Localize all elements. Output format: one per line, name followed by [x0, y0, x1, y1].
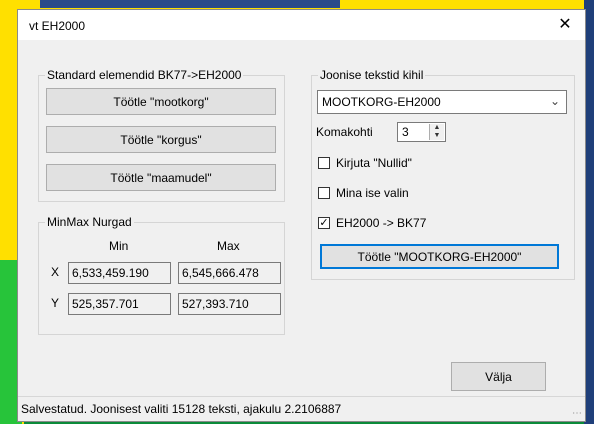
x-max-field[interactable]: 6,545,666.478	[178, 262, 281, 284]
process-mootkorg-button[interactable]: Töötle "mootkorg"	[46, 88, 276, 115]
eh2000-to-bk77-label: EH2000 -> BK77	[336, 216, 427, 230]
decimal-places-stepper[interactable]: 3 ▲ ▼	[397, 122, 446, 142]
y-max-field[interactable]: 527,393.710	[178, 293, 281, 315]
status-text: Salvestatud. Joonisest valiti 15128 teks…	[21, 402, 342, 416]
close-button[interactable]: ✕	[545, 10, 585, 40]
min-column-header: Min	[109, 239, 129, 253]
window-title: vt EH2000	[29, 19, 86, 33]
stepper-up-icon[interactable]: ▲	[430, 124, 444, 132]
process-korgus-button[interactable]: Töötle "korgus"	[46, 126, 276, 153]
status-bar: Salvestatud. Joonisest valiti 15128 teks…	[18, 396, 585, 421]
x-row-label: X	[51, 265, 60, 279]
title-bar[interactable]: vt EH2000 ✕	[18, 10, 585, 40]
decimal-places-label: Komakohti	[316, 125, 373, 139]
x-min-field[interactable]: 6,533,459.190	[68, 262, 171, 284]
close-icon: ✕	[558, 16, 572, 33]
manual-select-checkbox-box[interactable]	[318, 187, 330, 199]
dialog-window: vt EH2000 ✕ Standard elemendid BK77->EH2…	[17, 9, 586, 422]
y-row-label: Y	[51, 296, 60, 310]
resize-grip-icon[interactable]: ⋯	[572, 408, 582, 419]
background-window-strip	[40, 0, 340, 8]
standard-elements-legend: Standard elemendid BK77->EH2000	[47, 68, 242, 82]
chevron-down-icon: ⌄	[549, 94, 560, 108]
write-zeros-checkbox[interactable]: Kirjuta "Nullid"	[318, 156, 412, 170]
process-maamudel-button[interactable]: Töötle "maamudel"	[46, 164, 276, 191]
check-icon[interactable]: ✓	[318, 217, 330, 229]
drawing-text-layer-legend: Joonise tekstid kihil	[320, 68, 424, 82]
max-column-header: Max	[217, 239, 240, 253]
minmax-corners-legend: MinMax Nurgad	[47, 215, 132, 229]
process-layer-button[interactable]: Töötle "MOOTKORG-EH2000"	[320, 244, 559, 269]
stepper-down-icon[interactable]: ▼	[430, 132, 444, 140]
write-zeros-label: Kirjuta "Nullid"	[336, 156, 412, 170]
exit-button[interactable]: Välja	[451, 362, 546, 391]
eh2000-to-bk77-checkbox[interactable]: ✓ EH2000 -> BK77	[318, 216, 426, 230]
stepper-arrows[interactable]: ▲ ▼	[429, 124, 444, 140]
manual-select-checkbox[interactable]: Mina ise valin	[318, 186, 409, 200]
layer-select[interactable]: MOOTKORG-EH2000 ⌄	[317, 90, 567, 114]
write-zeros-checkbox-box[interactable]	[318, 157, 330, 169]
layer-select-value: MOOTKORG-EH2000	[322, 95, 441, 109]
manual-select-label: Mina ise valin	[336, 186, 409, 200]
y-min-field[interactable]: 525,357.701	[68, 293, 171, 315]
decimal-places-value: 3	[402, 125, 409, 139]
